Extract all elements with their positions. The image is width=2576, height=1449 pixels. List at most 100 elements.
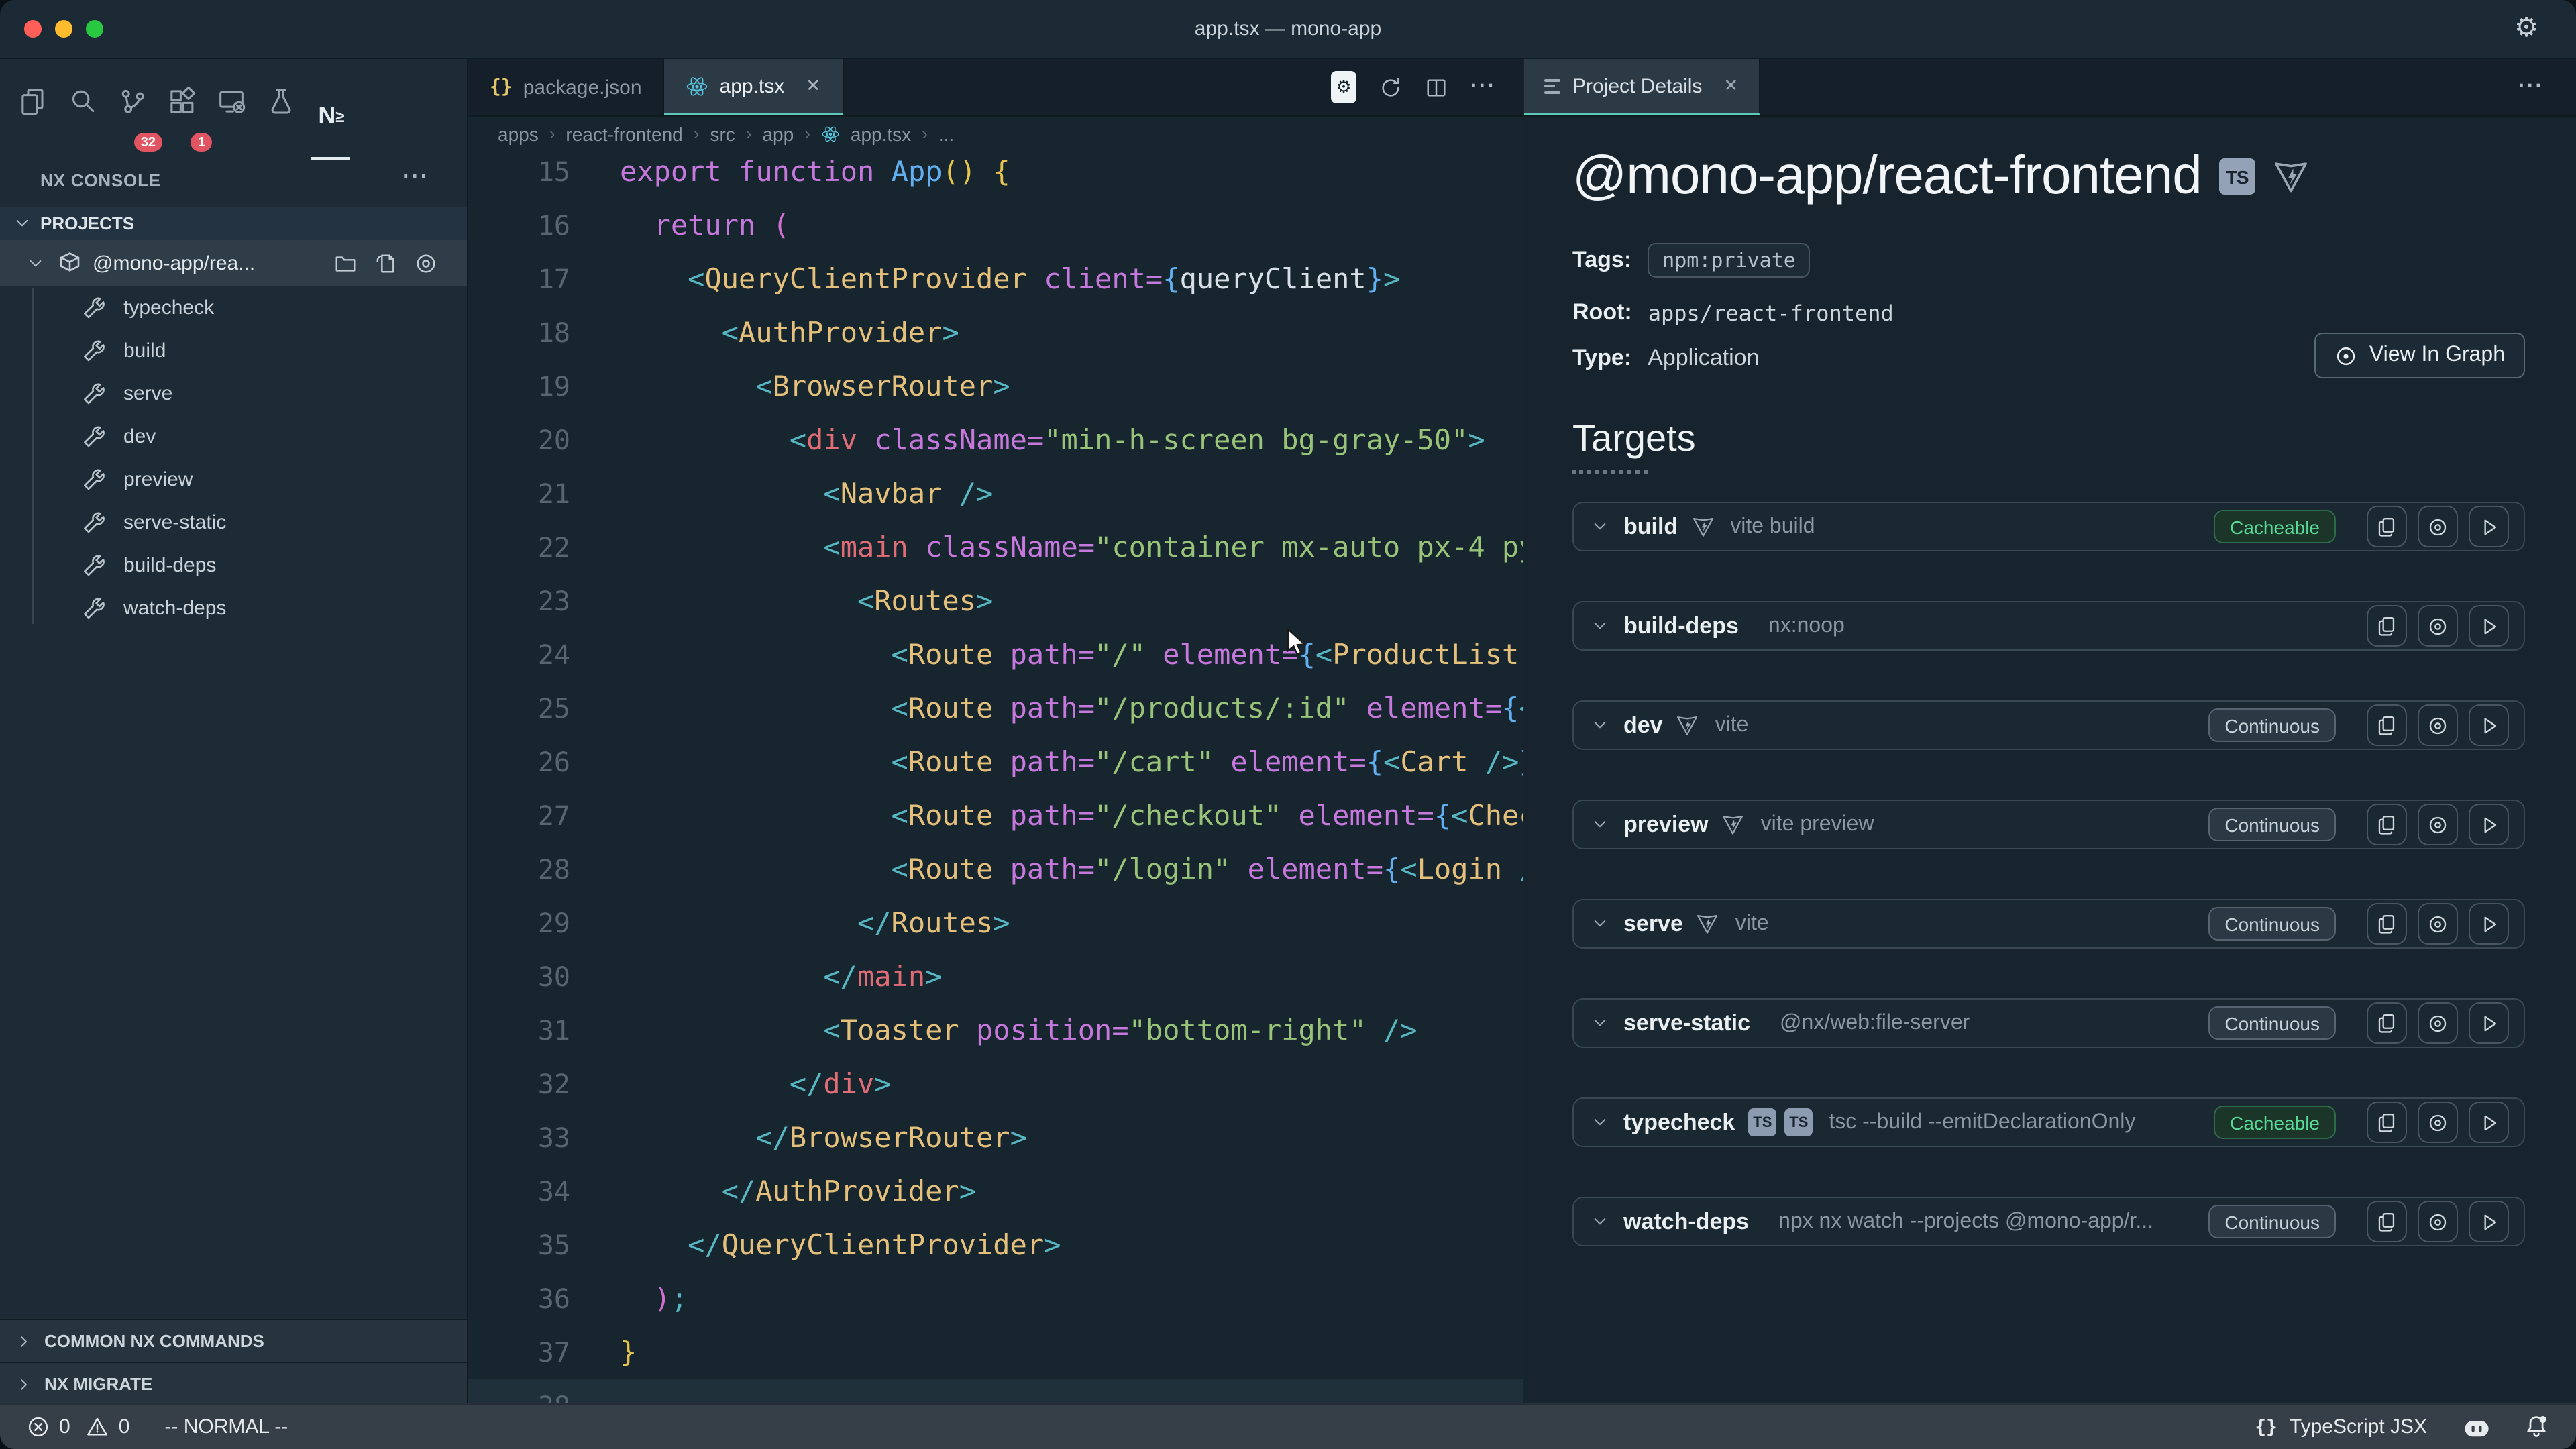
code-line-21[interactable]: 21<Navbar /> <box>468 467 1523 521</box>
target-row-preview[interactable]: preview vite preview Continuous <box>1572 800 2525 849</box>
breadcrumb-item[interactable]: ... <box>938 123 954 144</box>
project-details-editor-icon[interactable]: ⚙ <box>1331 71 1356 103</box>
copy-icon[interactable] <box>2367 804 2407 845</box>
view-in-graph-button[interactable]: View In Graph <box>2314 333 2525 378</box>
sidebar-target-preview[interactable]: preview <box>0 458 467 500</box>
copy-icon[interactable] <box>2367 605 2407 647</box>
code-line-32[interactable]: 32</div> <box>468 1057 1523 1111</box>
copy-icon[interactable] <box>2367 704 2407 746</box>
code-line-15[interactable]: 15export function App() { <box>468 145 1523 199</box>
sidebar-target-build-deps[interactable]: build-deps <box>0 543 467 586</box>
sidebar-target-typecheck[interactable]: typecheck <box>0 286 467 329</box>
maximize-window-button[interactable] <box>86 20 103 38</box>
open-config-file-icon[interactable] <box>374 252 397 274</box>
chevron-down-icon[interactable] <box>1591 1213 1609 1230</box>
code-line-33[interactable]: 33</BrowserRouter> <box>468 1111 1523 1165</box>
settings-gear-icon[interactable]: ⚙ <box>2514 12 2538 44</box>
sidebar-target-serve[interactable]: serve <box>0 372 467 415</box>
view-icon[interactable] <box>2418 1002 2458 1044</box>
code-line-17[interactable]: 17<QueryClientProvider client={queryClie… <box>468 252 1523 306</box>
sidebar-section-nx-migrate[interactable]: NX MIGRATE <box>0 1362 467 1405</box>
notifications-bell-icon[interactable] <box>2524 1414 2549 1440</box>
copy-icon[interactable] <box>2367 1002 2407 1044</box>
breadcrumb-item[interactable]: app <box>762 123 794 144</box>
target-row-build[interactable]: build vite build Cacheable <box>1572 502 2525 551</box>
code-line-19[interactable]: 19<BrowserRouter> <box>468 360 1523 413</box>
code-line-25[interactable]: 25<Route path="/products/:id" element={<… <box>468 682 1523 735</box>
code-line-20[interactable]: 20<div className="min-h-screen bg-gray-5… <box>468 413 1523 467</box>
run-target-icon[interactable] <box>2469 605 2509 647</box>
chevron-down-icon[interactable] <box>1591 1014 1609 1032</box>
split-editor-icon[interactable] <box>1425 76 1448 99</box>
view-icon[interactable] <box>2418 704 2458 746</box>
view-icon[interactable] <box>2418 605 2458 647</box>
copy-icon[interactable] <box>2367 1201 2407 1242</box>
breadcrumb-item[interactable]: app.tsx <box>851 123 911 144</box>
target-row-serve-static[interactable]: serve-static @nx/web:file-server Continu… <box>1572 998 2525 1048</box>
view-icon[interactable] <box>2418 804 2458 845</box>
run-target-icon[interactable] <box>2469 704 2509 746</box>
close-tab-icon[interactable]: ✕ <box>806 75 820 97</box>
source-control-icon[interactable]: 32 <box>107 87 157 144</box>
tab-app-tsx[interactable]: app.tsx ✕ <box>665 59 844 115</box>
language-mode[interactable]: TypeScript JSX <box>2290 1415 2427 1438</box>
run-target-icon[interactable] <box>2469 1102 2509 1143</box>
code-line-23[interactable]: 23<Routes> <box>468 574 1523 628</box>
copy-icon[interactable] <box>2367 1102 2407 1143</box>
copilot-icon[interactable] <box>2462 1413 2491 1440</box>
run-target-icon[interactable] <box>2469 1201 2509 1242</box>
close-tab-icon[interactable]: ✕ <box>1723 75 1738 97</box>
code-line-28[interactable]: 28<Route path="/login" element={<Login /… <box>468 843 1523 896</box>
code-line-36[interactable]: 36); <box>468 1272 1523 1326</box>
bullseye-icon[interactable] <box>415 252 437 274</box>
view-icon[interactable] <box>2418 903 2458 945</box>
sidebar-target-dev[interactable]: dev <box>0 415 467 458</box>
sidebar-target-watch-deps[interactable]: watch-deps <box>0 586 467 629</box>
projects-section-header[interactable]: PROJECTS <box>0 207 467 240</box>
search-icon[interactable] <box>58 87 107 144</box>
run-target-icon[interactable] <box>2469 506 2509 547</box>
folder-icon[interactable] <box>334 252 357 274</box>
code-line-31[interactable]: 31<Toaster position="bottom-right" /> <box>468 1004 1523 1057</box>
sidebar-more-actions-icon[interactable]: ··· <box>402 164 429 191</box>
close-window-button[interactable] <box>24 20 42 38</box>
problems-indicator[interactable]: 0 0 <box>27 1415 129 1438</box>
target-row-build-deps[interactable]: build-deps nx:noop <box>1572 601 2525 651</box>
code-line-24[interactable]: 24<Route path="/" element={<ProductList … <box>468 628 1523 682</box>
code-line-29[interactable]: 29</Routes> <box>468 896 1523 950</box>
code-line-38[interactable]: 38 <box>468 1379 1523 1405</box>
more-actions-icon[interactable]: ··· <box>2518 75 2544 99</box>
code-line-26[interactable]: 26<Route path="/cart" element={<Cart />}… <box>468 735 1523 789</box>
view-icon[interactable] <box>2418 1102 2458 1143</box>
code-line-16[interactable]: 16return ( <box>468 199 1523 252</box>
code-line-27[interactable]: 27<Route path="/checkout" element={<Chec… <box>468 789 1523 843</box>
chevron-down-icon[interactable] <box>1591 617 1609 635</box>
target-row-dev[interactable]: dev vite Continuous <box>1572 700 2525 750</box>
chevron-down-icon[interactable] <box>1591 518 1609 535</box>
sidebar-target-serve-static[interactable]: serve-static <box>0 500 467 543</box>
breadcrumb-item[interactable]: react-frontend <box>566 123 682 144</box>
target-row-typecheck[interactable]: typecheck TS TS tsc --build --emitDeclar… <box>1572 1097 2525 1147</box>
target-row-serve[interactable]: serve vite Continuous <box>1572 899 2525 949</box>
minimize-window-button[interactable] <box>55 20 72 38</box>
code-line-18[interactable]: 18<AuthProvider> <box>468 306 1523 360</box>
refresh-icon[interactable] <box>1379 76 1402 99</box>
test-flask-icon[interactable] <box>256 87 306 144</box>
view-icon[interactable] <box>2418 506 2458 547</box>
remote-explorer-icon[interactable] <box>207 87 256 144</box>
tab-package-json[interactable]: {} package.json <box>468 59 665 115</box>
target-row-watch-deps[interactable]: watch-deps npx nx watch --projects @mono… <box>1572 1197 2525 1246</box>
copy-icon[interactable] <box>2367 506 2407 547</box>
sidebar-target-build[interactable]: build <box>0 329 467 372</box>
copy-icon[interactable] <box>2367 903 2407 945</box>
more-actions-icon[interactable]: ··· <box>1470 75 1496 99</box>
chevron-down-icon[interactable] <box>1591 716 1609 734</box>
run-target-icon[interactable] <box>2469 903 2509 945</box>
breadcrumb-item[interactable]: apps <box>498 123 539 144</box>
extensions-icon[interactable]: 1 <box>157 87 207 144</box>
view-icon[interactable] <box>2418 1201 2458 1242</box>
chevron-down-icon[interactable] <box>1591 1114 1609 1131</box>
sidebar-project-row[interactable]: @mono-app/rea... <box>0 240 467 286</box>
code-line-37[interactable]: 37} <box>468 1326 1523 1379</box>
code-line-35[interactable]: 35</QueryClientProvider> <box>468 1218 1523 1272</box>
